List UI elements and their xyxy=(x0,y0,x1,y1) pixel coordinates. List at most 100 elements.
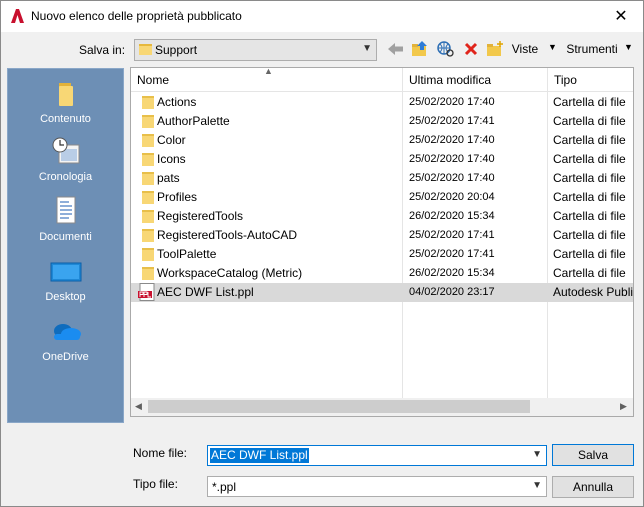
filename-combobox[interactable]: AEC DWF List.ppl ▼ xyxy=(207,445,547,466)
file-name: Profiles xyxy=(157,190,198,204)
filetype-label: Tipo file: xyxy=(133,477,178,491)
filetype-dropdown[interactable]: *.ppl ▼ xyxy=(207,476,547,497)
file-name: WorkspaceCatalog (Metric) xyxy=(157,266,303,280)
up-folder-icon xyxy=(412,41,427,56)
desktop-icon xyxy=(49,255,83,289)
file-type: Cartella di file xyxy=(553,228,626,242)
file-list[interactable]: ▲ Nome Ultima modifica Tipo Actions 25/02… xyxy=(130,67,634,417)
file-modified: 26/02/2020 15:34 xyxy=(409,267,495,279)
place-label: OneDrive xyxy=(42,351,89,363)
table-row[interactable]: Profiles 25/02/2020 20:04 Cartella di file xyxy=(131,188,633,207)
table-row[interactable]: RegisteredTools 26/02/2020 15:34 Cartella … xyxy=(131,207,633,226)
new-folder-icon xyxy=(487,41,503,56)
views-dropdown-icon[interactable]: ▼ xyxy=(548,42,557,52)
folder-icon xyxy=(142,115,154,128)
search-web-button[interactable] xyxy=(435,39,457,59)
file-type: Cartella di file xyxy=(553,133,626,147)
scroll-right-icon[interactable]: ▶ xyxy=(620,401,627,412)
folder-icon xyxy=(142,96,154,109)
table-row[interactable]: RegisteredTools-AutoCAD 25/02/2020 17:41 C… xyxy=(131,226,633,245)
file-modified: 04/02/2020 23:17 xyxy=(409,286,495,298)
documents-icon xyxy=(49,195,83,229)
back-button[interactable] xyxy=(385,39,407,59)
folder-icon xyxy=(142,134,154,147)
file-modified: 25/02/2020 17:40 xyxy=(409,153,495,165)
folder-icon xyxy=(142,210,154,223)
file-modified: 25/02/2020 17:40 xyxy=(409,96,495,108)
tools-menu[interactable]: Strumenti xyxy=(566,39,618,59)
search-web-icon xyxy=(437,41,454,57)
folder-icon xyxy=(142,248,154,261)
place-documenti[interactable]: Documenti xyxy=(8,195,123,243)
folder-icon xyxy=(142,229,154,242)
file-name: AuthorPalette xyxy=(157,114,230,128)
cancel-button[interactable]: Annulla xyxy=(552,476,634,498)
file-modified: 25/02/2020 17:41 xyxy=(409,115,495,127)
file-type: Cartella di file xyxy=(553,247,626,261)
close-button[interactable]: ✕ xyxy=(599,1,643,31)
location-value: Support xyxy=(155,43,198,57)
delete-icon xyxy=(464,42,478,56)
place-desktop[interactable]: Desktop xyxy=(8,255,123,303)
place-onedrive[interactable]: OneDrive xyxy=(8,315,123,363)
list-header: ▲ Nome Ultima modifica Tipo xyxy=(131,68,633,92)
file-name: ToolPalette xyxy=(157,247,217,261)
folder-icon xyxy=(142,172,154,185)
table-row[interactable]: AEC DWF List.ppl 04/02/2020 23:17 Autodesk… xyxy=(131,283,633,302)
location-dropdown[interactable]: Support ▼ xyxy=(134,39,377,61)
table-row[interactable]: pats 25/02/2020 17:40 Cartella di file xyxy=(131,169,633,188)
filename-input[interactable]: AEC DWF List.ppl xyxy=(210,448,309,463)
place-label: Contenuto xyxy=(40,113,91,125)
scrollbar-thumb[interactable] xyxy=(148,400,530,413)
column-header-label: Tipo xyxy=(554,73,577,87)
scroll-left-icon[interactable]: ◀ xyxy=(135,401,142,412)
file-name: Color xyxy=(157,133,186,147)
file-type: Autodesk Publis xyxy=(553,285,634,299)
table-row[interactable]: Actions 25/02/2020 17:40 Cartella di file xyxy=(131,93,633,112)
chevron-down-icon[interactable]: ▼ xyxy=(532,449,542,460)
column-header-name[interactable]: Nome xyxy=(131,68,401,92)
file-name: pats xyxy=(157,171,180,185)
folder-icon xyxy=(142,191,154,204)
folder-icon xyxy=(49,77,83,111)
tools-dropdown-icon[interactable]: ▼ xyxy=(624,42,633,52)
filename-label: Nome file: xyxy=(133,446,188,460)
horizontal-scrollbar[interactable]: ◀ ▶ xyxy=(131,398,633,416)
folder-icon xyxy=(142,267,154,280)
new-folder-button[interactable] xyxy=(484,39,506,59)
file-modified: 25/02/2020 17:40 xyxy=(409,172,495,184)
save-in-label: Salva in: xyxy=(79,43,126,57)
autocad-app-icon xyxy=(11,9,24,23)
table-row[interactable]: Icons 25/02/2020 17:40 Cartella di file xyxy=(131,150,633,169)
place-cronologia[interactable]: Cronologia xyxy=(8,135,123,183)
save-button[interactable]: Salva xyxy=(552,444,634,466)
views-label: Viste xyxy=(511,42,539,56)
close-icon: ✕ xyxy=(614,8,628,25)
onedrive-icon xyxy=(49,315,83,349)
file-modified: 25/02/2020 17:41 xyxy=(409,248,495,260)
column-header-type[interactable]: Tipo xyxy=(548,68,633,92)
tools-label: Strumenti xyxy=(566,42,618,56)
chevron-down-icon[interactable]: ▼ xyxy=(532,480,542,491)
folder-icon xyxy=(142,153,154,166)
file-type: Cartella di file xyxy=(553,190,626,204)
file-name: RegisteredTools-AutoCAD xyxy=(157,228,298,242)
column-header-modified[interactable]: Ultima modifica xyxy=(403,68,547,92)
file-name: Icons xyxy=(157,152,186,166)
history-icon xyxy=(49,135,83,169)
table-row[interactable]: WorkspaceCatalog (Metric) 26/02/2020 15:3… xyxy=(131,264,633,283)
delete-button[interactable] xyxy=(460,39,482,59)
table-row[interactable]: AuthorPalette 25/02/2020 17:41 Cartella di… xyxy=(131,112,633,131)
table-row[interactable]: ToolPalette 25/02/2020 17:41 Cartella di f… xyxy=(131,245,633,264)
file-type: Cartella di file xyxy=(553,171,626,185)
table-row[interactable]: Color 25/02/2020 17:40 Cartella di file xyxy=(131,131,633,150)
views-menu[interactable]: Viste xyxy=(511,39,539,59)
place-contenuto[interactable]: Contenuto xyxy=(8,77,123,125)
file-name: AEC DWF List.ppl xyxy=(157,285,254,299)
file-type: Cartella di file xyxy=(553,209,626,223)
file-type: Cartella di file xyxy=(553,95,626,109)
file-type: Cartella di file xyxy=(553,152,626,166)
title-bar: Nuovo elenco delle proprietà pubblicato … xyxy=(1,1,643,32)
column-header-label: Nome xyxy=(137,73,170,87)
up-folder-button[interactable] xyxy=(409,39,431,59)
